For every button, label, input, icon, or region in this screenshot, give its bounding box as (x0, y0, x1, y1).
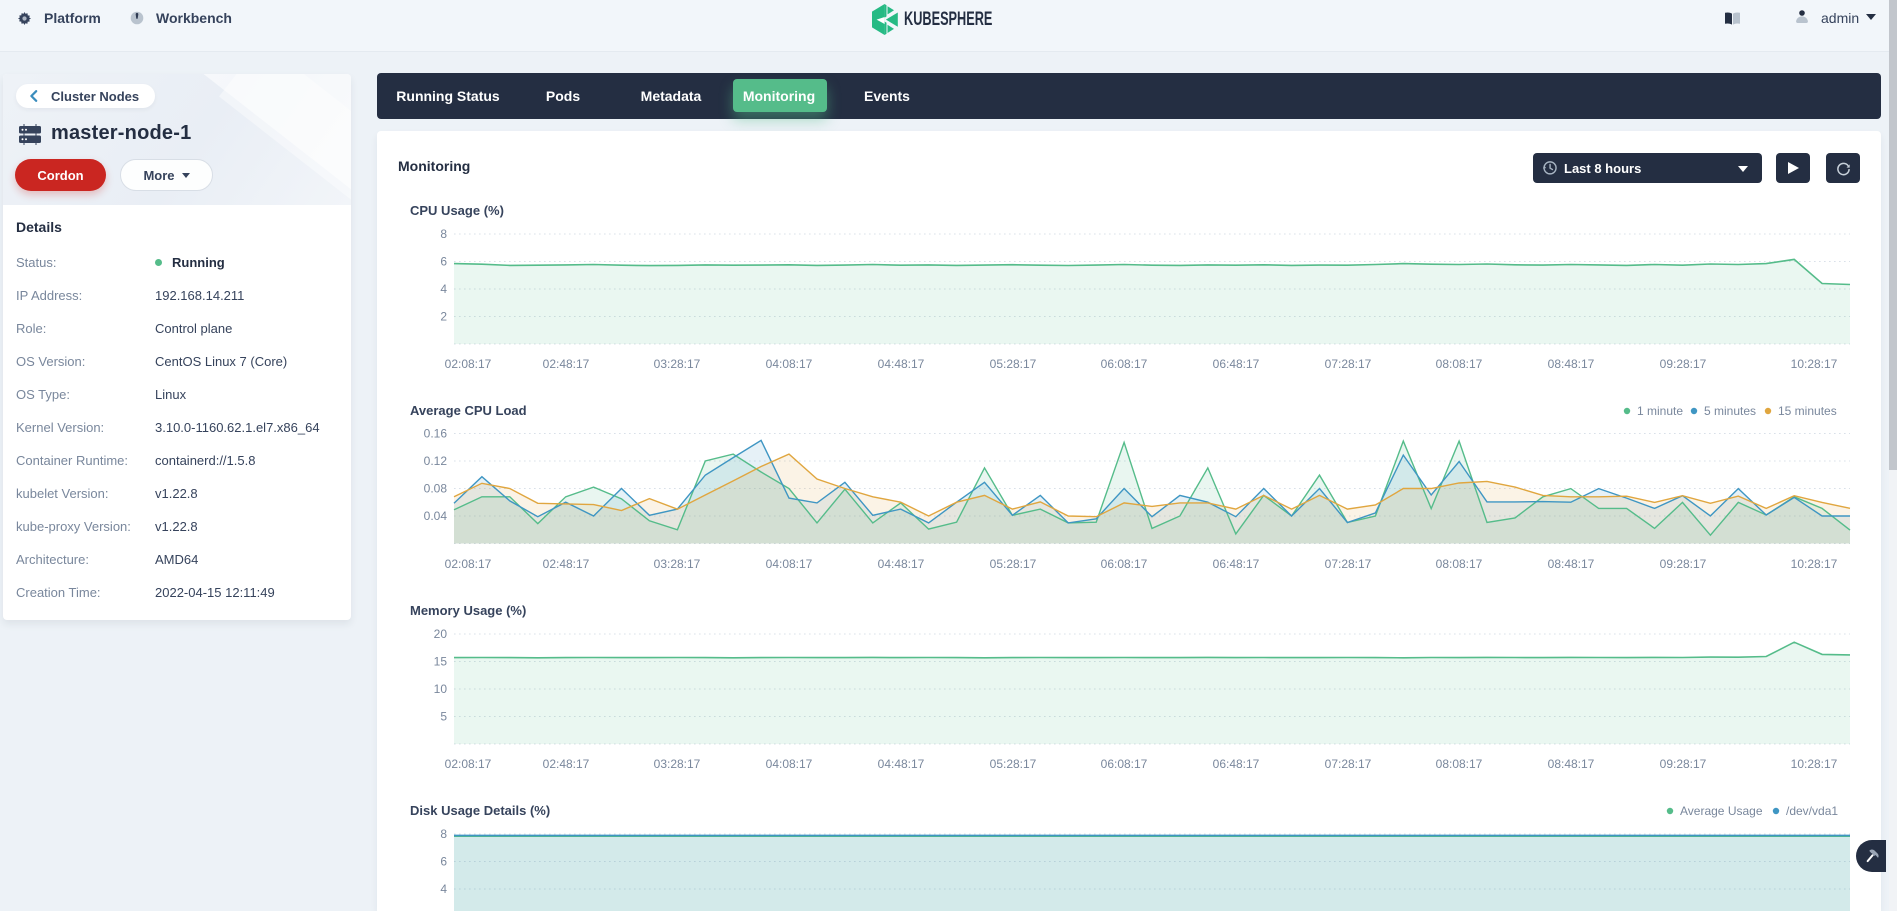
svg-text:1 minute: 1 minute (1637, 404, 1683, 418)
svg-text:10:28:17: 10:28:17 (1791, 557, 1838, 571)
svg-text:0.12: 0.12 (424, 454, 448, 468)
svg-text:02:08:17: 02:08:17 (445, 557, 492, 571)
svg-text:02:08:17: 02:08:17 (445, 357, 492, 371)
svg-text:Average Usage: Average Usage (1680, 804, 1763, 818)
svg-text:07:28:17: 07:28:17 (1325, 557, 1372, 571)
svg-text:02:48:17: 02:48:17 (543, 557, 590, 571)
svg-text:05:28:17: 05:28:17 (990, 757, 1037, 771)
svg-text:03:28:17: 03:28:17 (654, 357, 701, 371)
svg-text:10:28:17: 10:28:17 (1791, 357, 1838, 371)
svg-text:08:48:17: 08:48:17 (1548, 757, 1595, 771)
svg-text:05:28:17: 05:28:17 (990, 357, 1037, 371)
svg-text:07:28:17: 07:28:17 (1325, 357, 1372, 371)
svg-text:09:28:17: 09:28:17 (1660, 357, 1707, 371)
svg-text:06:08:17: 06:08:17 (1101, 557, 1148, 571)
svg-text:06:08:17: 06:08:17 (1101, 757, 1148, 771)
svg-text:08:08:17: 08:08:17 (1436, 557, 1483, 571)
svg-text:08:08:17: 08:08:17 (1436, 357, 1483, 371)
svg-text:04:48:17: 04:48:17 (878, 357, 925, 371)
svg-text:09:28:17: 09:28:17 (1660, 557, 1707, 571)
svg-text:09:28:17: 09:28:17 (1660, 757, 1707, 771)
svg-text:10:28:17: 10:28:17 (1791, 757, 1838, 771)
svg-text:07:28:17: 07:28:17 (1325, 757, 1372, 771)
svg-text:05:28:17: 05:28:17 (990, 557, 1037, 571)
svg-text:06:48:17: 06:48:17 (1213, 557, 1260, 571)
svg-text:8: 8 (440, 827, 447, 841)
svg-text:06:08:17: 06:08:17 (1101, 357, 1148, 371)
svg-text:02:48:17: 02:48:17 (543, 757, 590, 771)
svg-text:02:08:17: 02:08:17 (445, 757, 492, 771)
svg-text:04:48:17: 04:48:17 (878, 757, 925, 771)
svg-text:0.16: 0.16 (424, 427, 448, 441)
svg-text:6: 6 (440, 855, 447, 869)
svg-text:03:28:17: 03:28:17 (654, 757, 701, 771)
svg-text:08:48:17: 08:48:17 (1548, 557, 1595, 571)
svg-text:4: 4 (440, 882, 447, 896)
svg-text:0.08: 0.08 (424, 482, 448, 496)
svg-text:15: 15 (434, 655, 448, 669)
svg-text:6: 6 (440, 255, 447, 269)
svg-text:02:48:17: 02:48:17 (543, 357, 590, 371)
svg-text:10: 10 (434, 682, 448, 696)
svg-text:04:08:17: 04:08:17 (766, 357, 813, 371)
svg-text:04:08:17: 04:08:17 (766, 557, 813, 571)
svg-text:/dev/vda1: /dev/vda1 (1786, 804, 1838, 818)
svg-text:08:08:17: 08:08:17 (1436, 757, 1483, 771)
svg-text:5: 5 (440, 710, 447, 724)
svg-text:04:08:17: 04:08:17 (766, 757, 813, 771)
svg-text:06:48:17: 06:48:17 (1213, 357, 1260, 371)
svg-text:8: 8 (440, 227, 447, 241)
svg-text:20: 20 (434, 627, 448, 641)
svg-text:08:48:17: 08:48:17 (1548, 357, 1595, 371)
svg-text:15 minutes: 15 minutes (1778, 404, 1837, 418)
svg-text:0.04: 0.04 (424, 509, 448, 523)
svg-text:5 minutes: 5 minutes (1704, 404, 1756, 418)
svg-text:2: 2 (440, 310, 447, 324)
svg-text:06:48:17: 06:48:17 (1213, 757, 1260, 771)
svg-text:4: 4 (440, 282, 447, 296)
svg-text:03:28:17: 03:28:17 (654, 557, 701, 571)
svg-text:04:48:17: 04:48:17 (878, 557, 925, 571)
